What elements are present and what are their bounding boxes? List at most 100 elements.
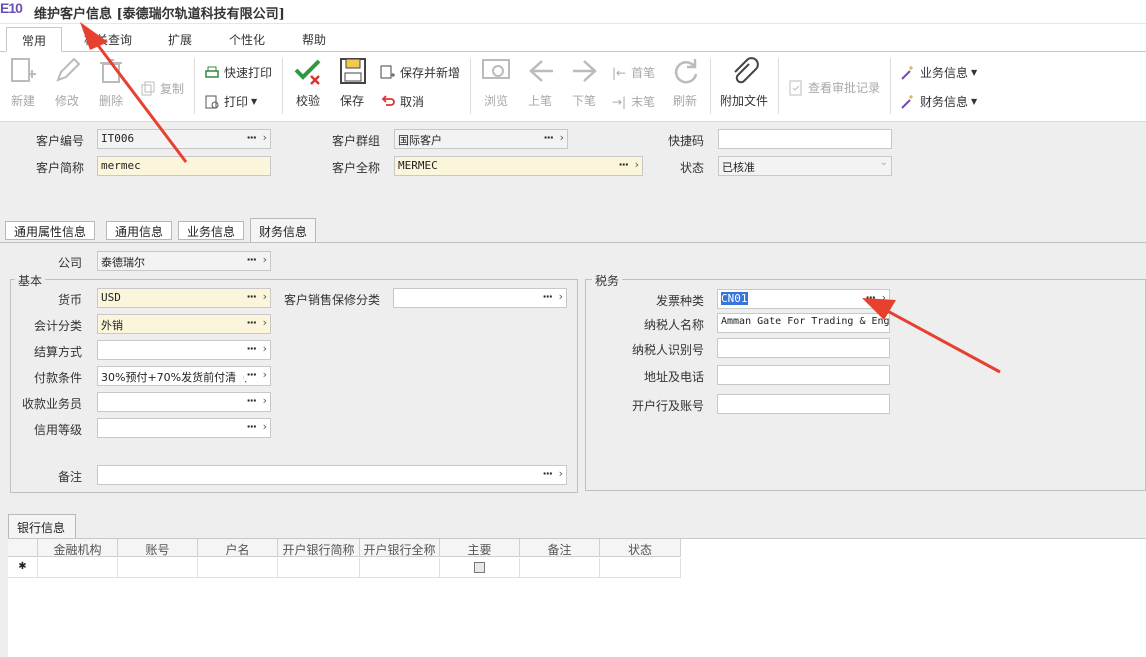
taxpayer-name-field[interactable]: Amman Gate For Trading & Eng [717,313,890,333]
tab-general-info[interactable]: 通用信息 [106,221,173,240]
chevron-right-icon[interactable]: › [559,290,563,303]
ellipsis-icon[interactable]: ··· [246,342,257,355]
tab-finance-info[interactable]: 财务信息 [250,218,317,242]
customer-group-field[interactable]: 国际客户 ··· › [394,129,568,149]
first-button[interactable]: |← 首笔 [612,64,655,81]
ellipsis-icon[interactable]: ··· [246,394,257,407]
edit-button[interactable]: 修改 [52,56,82,109]
save-and-new-button[interactable]: 保存并新增 [380,64,460,81]
view-approval-button[interactable]: 查看审批记录 [788,79,880,96]
cancel-button[interactable]: 取消 [380,93,424,110]
column-header[interactable]: 账号 [118,539,198,557]
column-header[interactable]: 开户银行全称 [360,539,440,557]
save-button[interactable]: 保存 [338,56,366,109]
bank-account-field[interactable] [717,394,890,414]
tab-business-info[interactable]: 业务信息 [178,221,245,240]
ellipsis-icon[interactable]: ··· [542,467,553,480]
accounting-class-field[interactable]: 外销 ··· › [97,314,271,334]
customer-short-field[interactable]: mermec [97,156,271,176]
chevron-right-icon[interactable]: › [263,290,267,303]
primary-checkbox[interactable] [474,562,485,573]
invoice-type-field[interactable]: CN01 ··· › [717,289,890,309]
chevron-right-icon[interactable]: › [263,253,267,266]
taxpayer-id-field[interactable] [717,338,890,358]
chevron-down-icon[interactable]: ⌄ [880,157,888,168]
column-header[interactable]: 开户银行简称 [278,539,360,557]
chevron-right-icon[interactable]: › [560,131,564,144]
credit-level-field[interactable]: ··· › [97,418,271,438]
grid-cell[interactable] [38,558,118,578]
ellipsis-icon[interactable]: ··· [244,368,257,381]
grid-cell[interactable] [278,558,360,578]
toolbar-separator [282,58,283,114]
quick-code-field[interactable] [718,129,892,149]
ellipsis-icon[interactable]: ··· [618,158,629,171]
ellipsis-icon[interactable]: ··· [865,291,876,304]
tab-extend[interactable]: 扩展 [158,27,202,52]
chevron-right-icon[interactable]: › [882,291,886,304]
ellipsis-icon[interactable]: ··· [246,131,257,144]
new-button[interactable]: 新建 [8,56,38,109]
remark-field[interactable]: ··· › [97,465,567,485]
company-field[interactable]: 泰德瑞尔 ··· › [97,251,271,271]
finance-info-menu[interactable]: 财务信息 ▼ [900,93,977,110]
ellipsis-icon[interactable]: ··· [542,290,553,303]
chevron-right-icon[interactable]: › [263,342,267,355]
ellipsis-icon[interactable]: ··· [246,420,257,433]
chevron-right-icon[interactable]: › [263,420,267,433]
tab-related-query[interactable]: 相关查询 [72,27,144,52]
tab-general-attributes[interactable]: 通用属性信息 [5,221,96,240]
grid-cell[interactable] [600,558,681,578]
grid-cell[interactable] [118,558,198,578]
ellipsis-icon[interactable]: ··· [543,131,554,144]
print-button[interactable]: 打印 ▼ [204,93,257,110]
chevron-right-icon[interactable]: › [263,368,267,381]
customer-full-field[interactable]: MERMEC ··· › [394,156,643,176]
grid-cell[interactable] [360,558,440,578]
column-header[interactable]: 金融机构 [38,539,118,557]
ellipsis-icon[interactable]: ··· [246,253,257,266]
trash-icon [100,59,122,83]
attach-file-button[interactable]: 附加文件 [718,56,770,109]
settlement-field[interactable]: ··· › [97,340,271,360]
customer-code-field[interactable]: IT006 ··· › [97,129,271,149]
next-button[interactable]: 下笔 [570,56,598,109]
column-header[interactable]: 备注 [520,539,600,557]
chevron-right-icon[interactable]: › [559,467,563,480]
toolbar-separator [778,58,779,114]
last-button[interactable]: →| 末笔 [612,93,655,110]
chevron-right-icon[interactable]: › [635,158,639,171]
tab-personalize[interactable]: 个性化 [218,27,276,52]
tab-bank-info[interactable]: 银行信息 [8,514,76,538]
delete-button[interactable]: 删除 [96,56,126,109]
chevron-right-icon[interactable]: › [263,394,267,407]
grid-cell[interactable] [198,558,278,578]
status-select[interactable]: 已核准 ⌄ [718,156,892,176]
chevron-right-icon[interactable]: › [263,316,267,329]
toolbar-separator [710,58,711,114]
column-header[interactable]: 户名 [198,539,278,557]
tab-help[interactable]: 帮助 [292,27,336,52]
business-info-menu[interactable]: 业务信息 ▼ [900,64,977,81]
remark-label: 备注 [57,470,82,484]
quick-print-button[interactable]: 快速打印 [204,64,272,81]
address-phone-field[interactable] [717,365,890,385]
refresh-button[interactable]: 刷新 [670,56,700,109]
verify-button[interactable]: 校验 [292,56,324,109]
payment-terms-field[interactable]: 30%预付+70%发货前付清（ ··· › [97,366,271,386]
ellipsis-icon[interactable]: ··· [246,290,257,303]
tab-common[interactable]: 常用 [6,27,62,52]
grid-cell[interactable] [520,558,600,578]
collector-field[interactable]: ··· › [97,392,271,412]
column-header[interactable]: 主要 [440,539,520,557]
browse-button[interactable]: 浏览 [480,56,512,109]
currency-field[interactable]: USD ··· › [97,288,271,308]
warranty-class-field[interactable]: ··· › [393,288,567,308]
prev-button[interactable]: 上笔 [526,56,554,109]
column-header[interactable]: 状态 [600,539,681,557]
copy-button[interactable]: 复制 [140,80,184,97]
customer-short-label: 客户简称 [35,161,84,175]
chevron-right-icon[interactable]: › [263,131,267,144]
ellipsis-icon[interactable]: ··· [246,316,257,329]
grid-cell[interactable] [440,558,520,578]
